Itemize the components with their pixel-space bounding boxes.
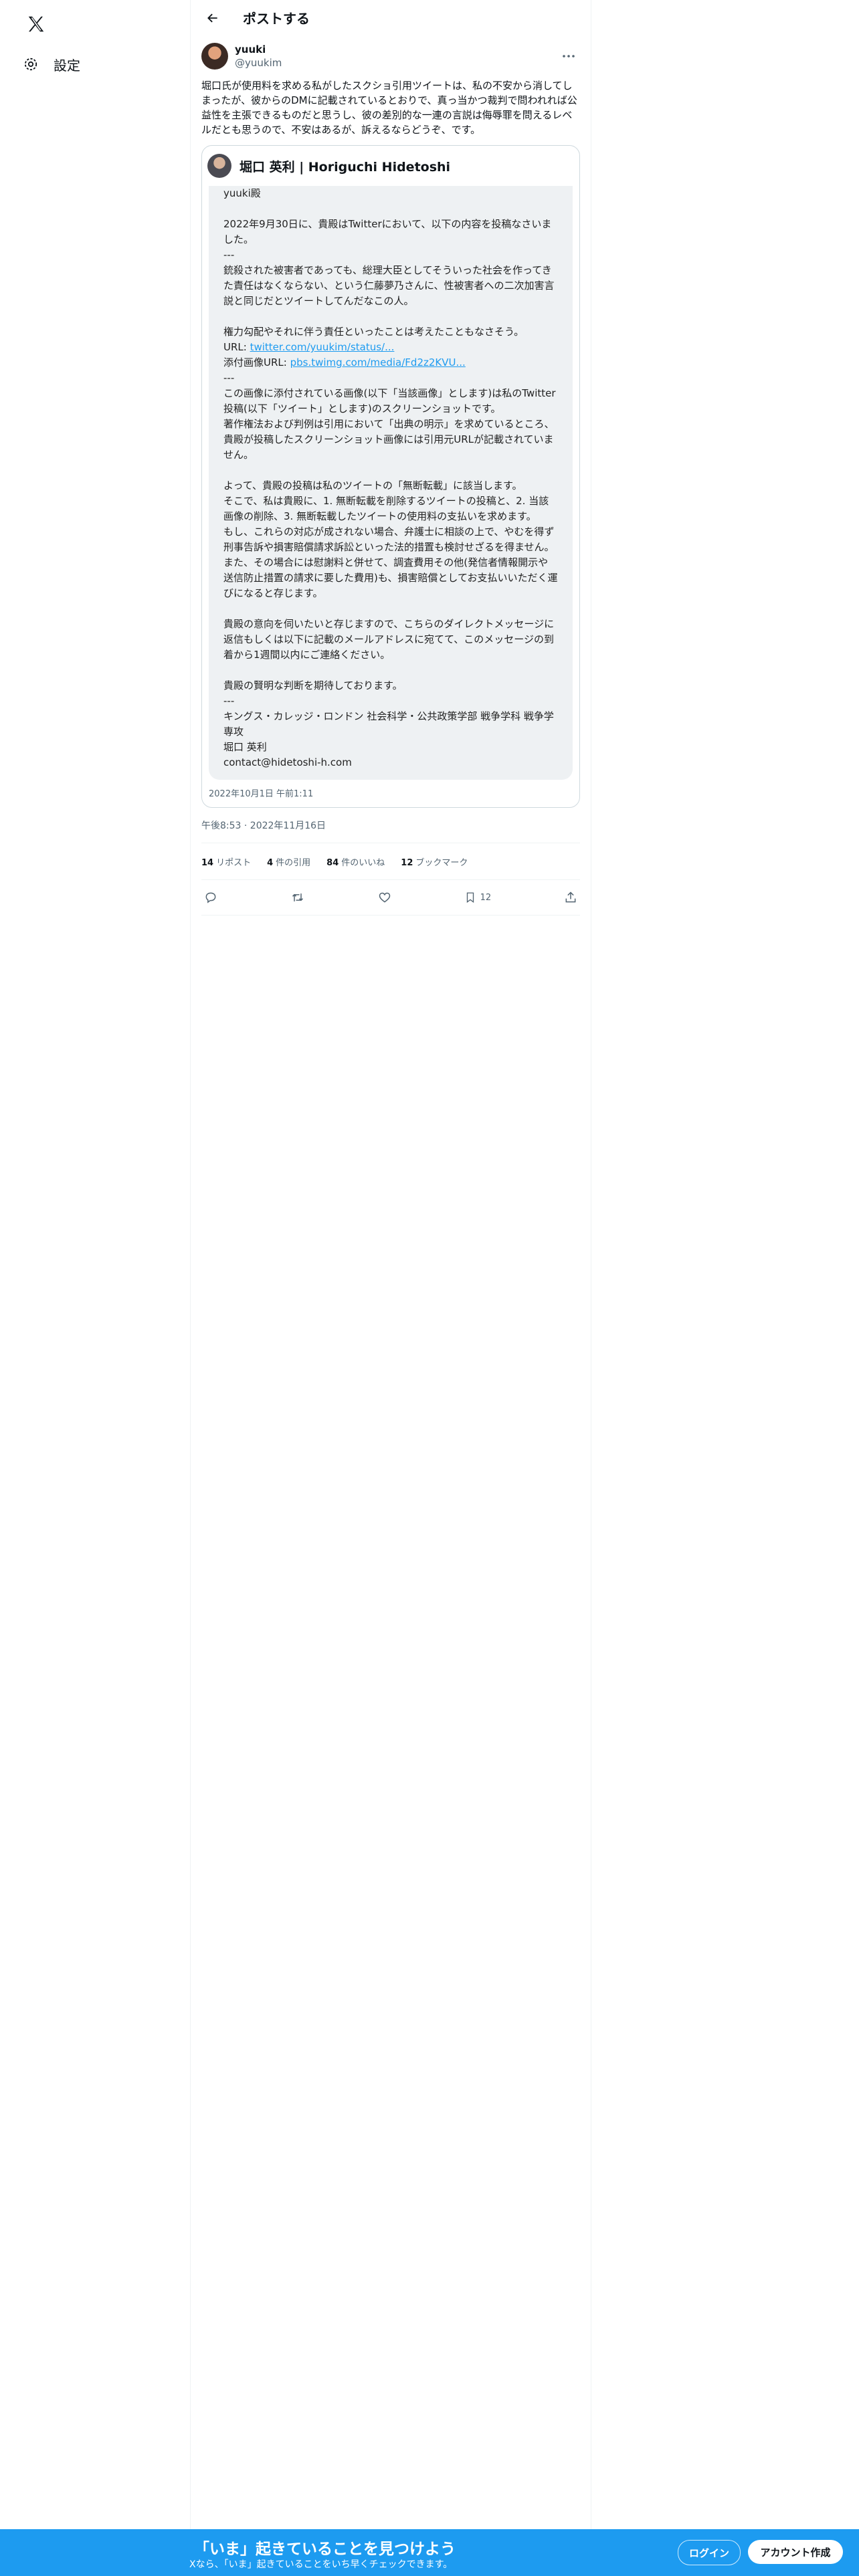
dm-image-url-label: 添付画像URL: xyxy=(223,356,290,368)
dm-url-link: twitter.com/yuukim/status/... xyxy=(250,341,395,353)
dm-image-url-link: pbs.twimg.com/media/Fd2z2KVU... xyxy=(290,356,466,368)
quoted-post-date: 2022年10月1日 午前1:11 xyxy=(209,789,314,799)
post-timestamp[interactable]: 午後8:53 · 2022年11月16日 xyxy=(201,808,580,843)
page-title: ポストする xyxy=(243,11,310,27)
bookmark-count: 12 xyxy=(480,892,492,903)
main-column: ポストする yuuki @yuukim 堀口氏が使用料を求める私がしたスクショ引… xyxy=(190,0,591,2576)
repost-icon xyxy=(292,893,303,901)
dm-paragraph-3: --- この画像に添付されている画像(以下「当該画像」とします)は私のTwitt… xyxy=(223,372,558,768)
repost-button[interactable] xyxy=(290,891,305,904)
bookmark-button[interactable]: 12 xyxy=(464,891,492,904)
quoted-post-header: 堀口 英利 | Horiguchi Hidetoshi xyxy=(202,146,579,186)
dm-paragraph-1: 2022年9月30日に、貴殿はTwitterにおいて、以下の内容を投稿なさいまし… xyxy=(223,218,552,261)
reply-button[interactable] xyxy=(204,891,217,904)
like-button[interactable] xyxy=(378,891,391,904)
post: yuuki @yuukim 堀口氏が使用料を求める私がしたスクショ引用ツイートは… xyxy=(191,35,591,916)
post-author-row: yuuki @yuukim xyxy=(201,35,580,77)
banner-title: 「いま」起きていることを見つけよう xyxy=(194,2541,456,2558)
x-logo-icon[interactable] xyxy=(19,7,54,41)
likes-stat[interactable]: 84 件のいいね xyxy=(326,855,385,868)
bookmarks-stat[interactable]: 12 ブックマーク xyxy=(401,855,468,868)
banner-subtitle: Xなら、「いま」起きていることをいち早くチェックできます。 xyxy=(189,2559,453,2570)
reply-icon xyxy=(205,892,216,903)
quoted-avatar xyxy=(207,154,231,178)
author-name[interactable]: yuuki xyxy=(235,43,282,56)
author-meta: yuuki @yuukim xyxy=(235,43,282,70)
page-header: ポストする xyxy=(191,0,591,35)
quoted-author-name: 堀口 英利 | Horiguchi Hidetoshi xyxy=(240,159,451,175)
reposts-stat[interactable]: 14 リポスト xyxy=(201,855,251,868)
dm-url-label: URL: xyxy=(223,341,250,353)
share-button[interactable] xyxy=(564,891,577,904)
left-nav: 設定 xyxy=(0,0,190,2576)
share-icon xyxy=(565,891,576,903)
gear-icon xyxy=(24,58,37,71)
nav-settings[interactable]: 設定 xyxy=(13,45,90,83)
signup-button[interactable]: アカウント作成 xyxy=(748,2540,843,2564)
post-stats: 14 リポスト 4 件の引用 84 件のいいね 12 ブックマーク xyxy=(201,843,580,880)
heart-icon xyxy=(379,892,390,903)
signup-banner: 「いま」起きていることを見つけよう Xなら、「いま」起きていることをいち早くチェ… xyxy=(0,2529,859,2576)
dm-salutation: yuuki殿 xyxy=(223,187,261,199)
back-button[interactable] xyxy=(201,7,224,29)
author-handle[interactable]: @yuukim xyxy=(235,56,282,70)
more-options-button[interactable] xyxy=(557,47,580,65)
login-button[interactable]: ログイン xyxy=(678,2540,741,2565)
arrow-left-icon xyxy=(207,13,217,22)
nav-settings-label: 設定 xyxy=(54,57,80,74)
more-icon xyxy=(563,55,575,58)
bookmark-icon xyxy=(466,892,474,903)
dm-paragraph-2: 銃殺された被害者であっても、総理大臣としてそういった社会を作ってきた責任はなくな… xyxy=(223,264,555,338)
quoted-post[interactable]: 堀口 英利 | Horiguchi Hidetoshi yuuki殿 2022年… xyxy=(201,145,580,808)
quotes-stat[interactable]: 4 件の引用 xyxy=(267,855,310,868)
avatar[interactable] xyxy=(201,43,228,70)
quoted-screenshot-image: yuuki殿 2022年9月30日に、貴殿はTwitterにおいて、以下の内容を… xyxy=(209,186,573,780)
post-actions: 12 xyxy=(201,880,580,916)
post-text: 堀口氏が使用料を求める私がしたスクショ引用ツイートは、私の不安から消してしまった… xyxy=(201,80,577,136)
